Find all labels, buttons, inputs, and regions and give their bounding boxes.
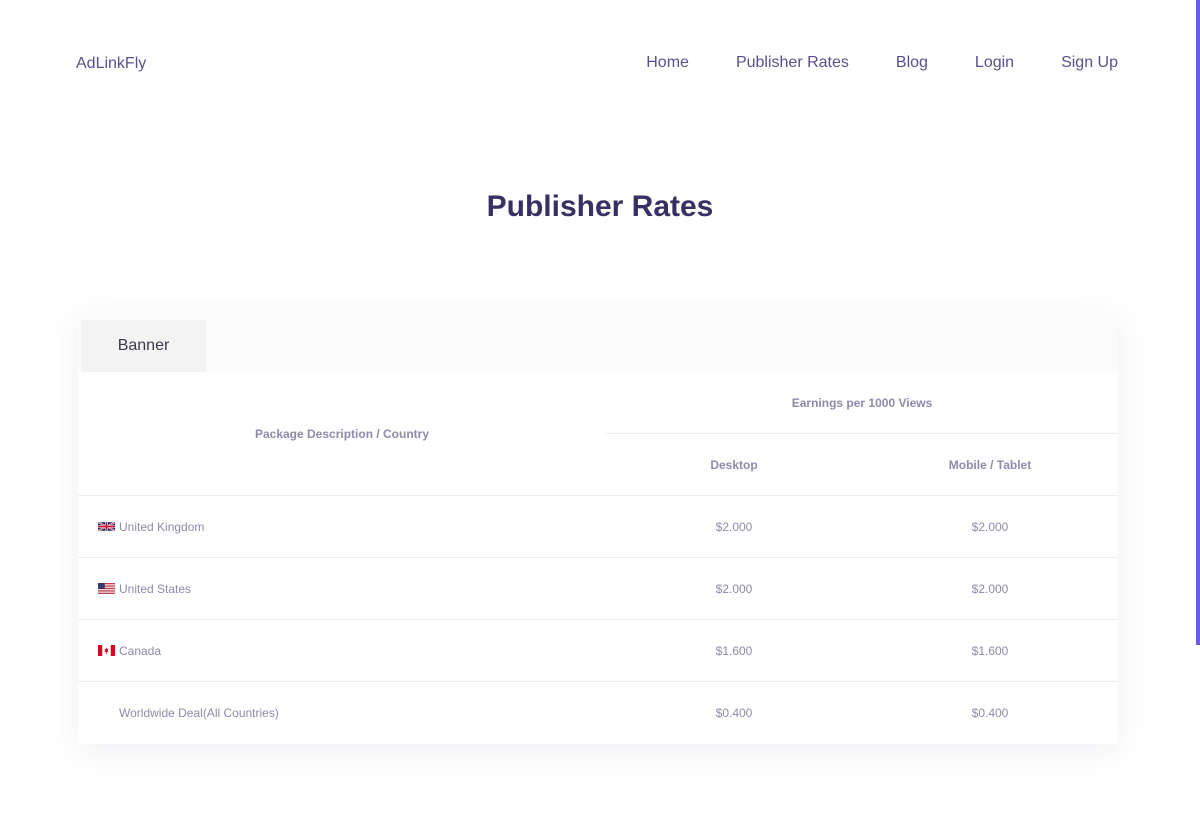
mobile-rate: $0.400 bbox=[862, 681, 1118, 743]
table-row: United States $2.000 $2.000 bbox=[78, 557, 1118, 620]
desktop-rate: $2.000 bbox=[606, 495, 862, 558]
mobile-rate: $2.000 bbox=[862, 495, 1118, 558]
brand-logo-link[interactable]: AdLinkFly bbox=[76, 55, 146, 73]
header-desktop: Desktop bbox=[710, 457, 758, 472]
rates-card: Banner Package Description / Country Ear… bbox=[78, 314, 1118, 744]
country-name: Canada bbox=[119, 643, 162, 658]
table-header-row: Package Description / Country Earnings p… bbox=[78, 372, 1118, 441]
header-earnings: Earnings per 1000 Views bbox=[606, 372, 1118, 434]
desktop-rate: $0.400 bbox=[606, 681, 862, 743]
header-mobile-tablet: Mobile / Tablet bbox=[948, 457, 1032, 472]
ca-flag-icon bbox=[98, 645, 115, 656]
tab-banner[interactable]: Banner bbox=[81, 320, 206, 372]
rates-table: Package Description / Country Earnings p… bbox=[78, 372, 1118, 743]
us-flag-icon bbox=[98, 583, 115, 594]
page-title: Publisher Rates bbox=[486, 190, 714, 223]
country-cell: Worldwide Deal(All Countries) bbox=[78, 681, 606, 743]
country-cell: Canada bbox=[78, 619, 606, 682]
nav-publisher-rates[interactable]: Publisher Rates bbox=[736, 54, 849, 72]
table-row: Canada $1.600 $1.600 bbox=[78, 619, 1118, 682]
country-name: United Kingdom bbox=[119, 519, 205, 534]
nav-sign-up[interactable]: Sign Up bbox=[1061, 54, 1118, 72]
country-cell: United States bbox=[78, 557, 606, 620]
header-package-country: Package Description / Country bbox=[254, 426, 430, 441]
country-name: Worldwide Deal(All Countries) bbox=[119, 705, 279, 720]
table-row: Worldwide Deal(All Countries) $0.400 $0.… bbox=[78, 681, 1118, 743]
blank-flag-icon bbox=[98, 707, 115, 718]
desktop-rate: $1.600 bbox=[606, 619, 862, 682]
table-row: United Kingdom $2.000 $2.000 bbox=[78, 495, 1118, 558]
tab-bar: Banner bbox=[78, 314, 1118, 372]
nav-home[interactable]: Home bbox=[646, 54, 689, 72]
nav-blog[interactable]: Blog bbox=[896, 54, 928, 72]
main-nav: Home Publisher Rates Blog Login Sign Up bbox=[646, 54, 1118, 72]
gb-flag-icon bbox=[98, 521, 115, 532]
country-cell: United Kingdom bbox=[78, 495, 606, 558]
mobile-rate: $1.600 bbox=[862, 619, 1118, 682]
mobile-rate: $2.000 bbox=[862, 557, 1118, 620]
nav-login[interactable]: Login bbox=[975, 54, 1014, 72]
site-header: AdLinkFly Home Publisher Rates Blog Logi… bbox=[0, 0, 1200, 128]
country-name: United States bbox=[119, 581, 192, 596]
desktop-rate: $2.000 bbox=[606, 557, 862, 620]
